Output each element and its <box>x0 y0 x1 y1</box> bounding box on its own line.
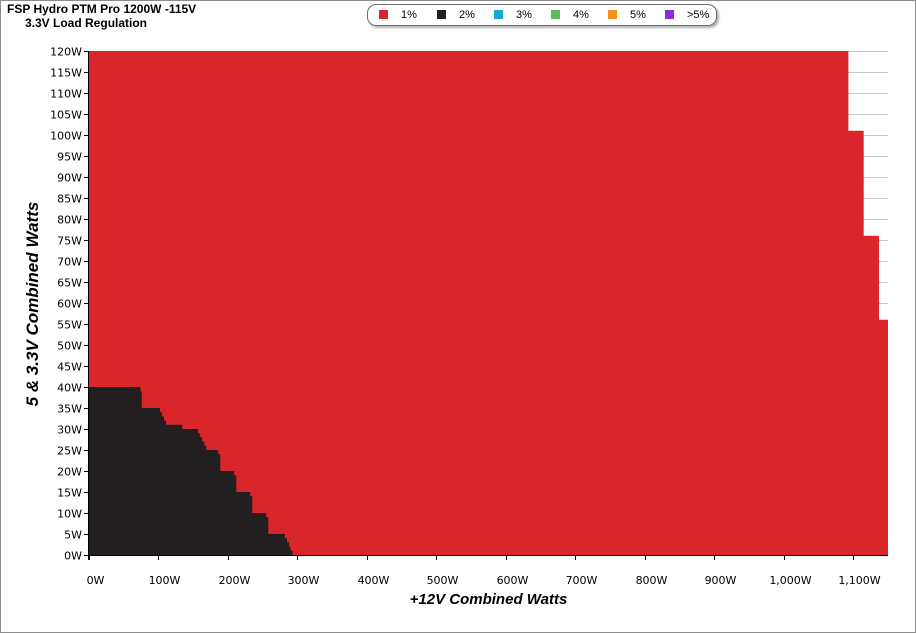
y-tick-label: 10W <box>57 508 82 521</box>
y-tick-label: 55W <box>57 319 82 332</box>
y-tick-label: 120W <box>50 46 82 59</box>
x-tick-label: 1,100W <box>838 574 880 587</box>
y-tick-label: 5W <box>64 529 82 542</box>
y-axis-title: 5 & 3.3V Combined Watts <box>23 202 42 407</box>
x-tick-label: 400W <box>358 574 390 587</box>
x-axis-title: +12V Combined Watts <box>410 591 568 608</box>
y-tick-label: 20W <box>57 466 82 479</box>
x-tick-label: 600W <box>497 574 529 587</box>
y-tick-label: 0W <box>64 550 82 563</box>
x-tick-label: 500W <box>427 574 459 587</box>
y-tick-label: 15W <box>57 487 82 500</box>
y-tick-label: 60W <box>57 298 82 311</box>
y-tick-label: 30W <box>57 424 82 437</box>
x-tick-label: 800W <box>636 574 668 587</box>
y-tick-label: 115W <box>50 67 82 80</box>
y-tick-label: 75W <box>57 235 82 248</box>
y-tick-label: 40W <box>57 382 82 395</box>
y-tick-label: 65W <box>57 277 82 290</box>
x-tick-label: 900W <box>705 574 737 587</box>
y-tick-label: 105W <box>50 109 82 122</box>
x-tick-label: 300W <box>288 574 320 587</box>
y-tick-label: 100W <box>50 130 82 143</box>
chart-plot: 0W 5W 10W 15W 20W 25W 30W 35W 40W 45W 50W 55W 60W 65W… <box>23 46 888 608</box>
y-tick-label: 80W <box>57 214 82 227</box>
x-tick-label: 200W <box>219 574 251 587</box>
y-tick-label: 50W <box>57 340 82 353</box>
y-tick-label: 45W <box>57 361 82 374</box>
y-tick-label: 85W <box>57 193 82 206</box>
y-tick-label: 95W <box>57 151 82 164</box>
x-tick-label: 100W <box>149 574 181 587</box>
y-tick-label: 90W <box>57 172 82 185</box>
x-tick-label: 700W <box>566 574 598 587</box>
y-tick-label: 25W <box>57 445 82 458</box>
y-tick-label: 35W <box>57 403 82 416</box>
y-tick-label: 70W <box>57 256 82 269</box>
x-tick-label: 1,000W <box>769 574 811 587</box>
x-tick-label: 0W <box>87 574 105 587</box>
y-tick-label: 110W <box>50 88 82 101</box>
